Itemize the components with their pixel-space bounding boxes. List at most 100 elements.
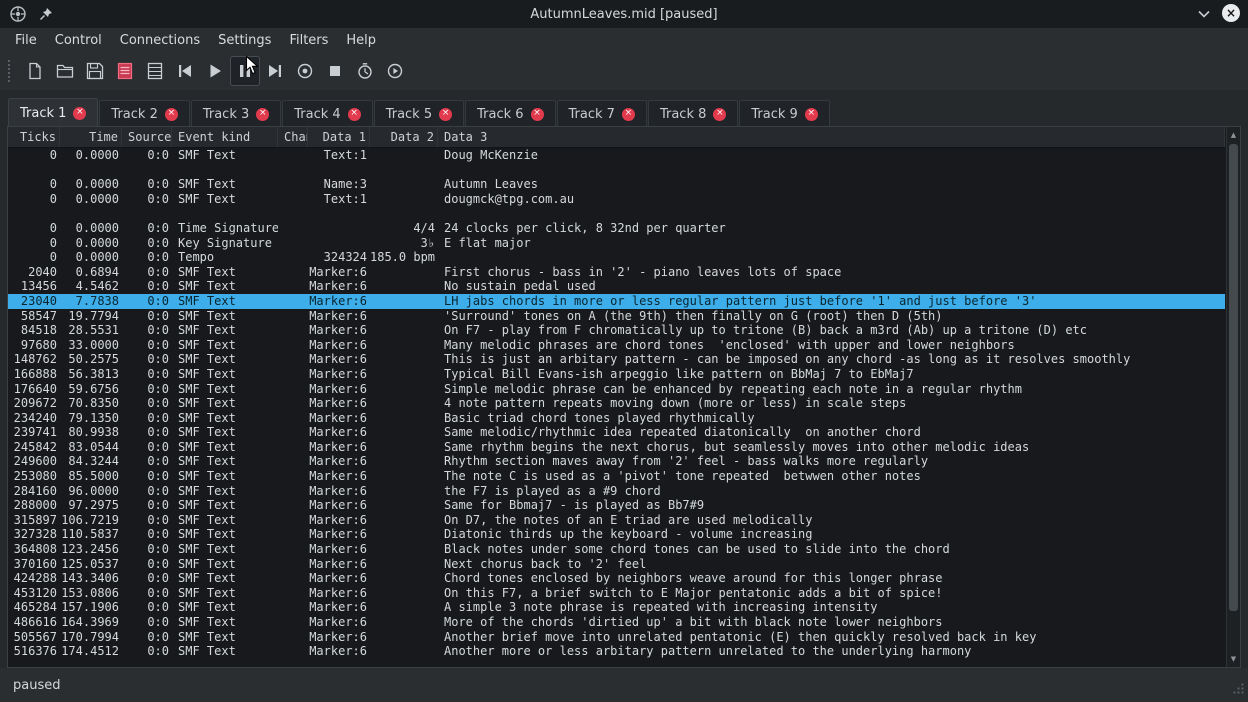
table-row[interactable]: 00.00000:0SMF TextText:1Doug McKenzie <box>8 148 1225 163</box>
track-view-button[interactable] <box>140 56 170 86</box>
table-row[interactable]: 370160125.05370:0SMF TextMarker:6Next ch… <box>8 557 1225 572</box>
play-button[interactable] <box>200 56 230 86</box>
table-row[interactable] <box>8 163 1225 178</box>
column-header-data-3[interactable]: Data 3 <box>438 127 1225 147</box>
tab-close-icon[interactable]: × <box>348 108 361 121</box>
cell: 4.5462 <box>60 279 122 294</box>
pause-button[interactable] <box>230 56 260 86</box>
new-file-button[interactable] <box>20 56 50 86</box>
table-row[interactable]: 23974180.99380:0SMF TextMarker:6Same mel… <box>8 425 1225 440</box>
cell: SMF Text <box>172 265 278 280</box>
table-row[interactable]: 00.00000:0SMF TextName:3Autumn Leaves <box>8 177 1225 192</box>
tab-track-5[interactable]: Track 5× <box>374 100 464 127</box>
tab-close-icon[interactable]: × <box>73 107 86 120</box>
shade-chevron-icon[interactable] <box>1194 4 1214 24</box>
resize-grip[interactable] <box>1232 682 1245 699</box>
scroll-up-icon[interactable]: ▲ <box>1227 128 1240 142</box>
tab-close-icon[interactable]: × <box>622 108 635 121</box>
table-row[interactable]: 28800097.29750:0SMF TextMarker:6Same for… <box>8 498 1225 513</box>
loop-play-button[interactable] <box>380 56 410 86</box>
tab-close-icon[interactable]: × <box>713 108 726 121</box>
table-row[interactable]: 315897106.72190:0SMF TextMarker:6On D7, … <box>8 513 1225 528</box>
table-row[interactable]: 134564.54620:0SMF TextMarker:6No sustain… <box>8 279 1225 294</box>
table-row[interactable]: 364808123.24560:0SMF TextMarker:6Black n… <box>8 542 1225 557</box>
cell: 0 <box>8 177 60 192</box>
app-icon[interactable] <box>8 4 28 24</box>
save-button[interactable] <box>80 56 110 86</box>
column-header-time[interactable]: Time <box>60 127 122 147</box>
table-row[interactable]: 424288143.34060:0SMF TextMarker:6Chord t… <box>8 571 1225 586</box>
table-row[interactable]: 17664059.67560:0SMF TextMarker:6Simple m… <box>8 382 1225 397</box>
table-row[interactable]: 24960084.32440:0SMF TextMarker:6Rhythm s… <box>8 454 1225 469</box>
timer-button[interactable] <box>350 56 380 86</box>
menu-help[interactable]: Help <box>337 30 385 51</box>
table-row[interactable]: 453120153.08060:0SMF TextMarker:6On this… <box>8 586 1225 601</box>
table-row[interactable]: 00.00000:0SMF TextText:1dougmck@tpg.com.… <box>8 192 1225 207</box>
table-row[interactable]: 8451828.55310:0SMF TextMarker:6On F7 - p… <box>8 323 1225 338</box>
scrollbar-thumb[interactable] <box>1229 144 1238 611</box>
column-header-chan[interactable]: Chan <box>278 127 308 147</box>
table-row[interactable]: 465284157.19060:0SMF TextMarker:6A simpl… <box>8 600 1225 615</box>
skip-start-button[interactable] <box>170 56 200 86</box>
table-row[interactable]: 5854719.77940:0SMF TextMarker:6'Surround… <box>8 309 1225 324</box>
tab-close-icon[interactable]: × <box>439 108 452 121</box>
table-row[interactable]: 16688856.38130:0SMF TextMarker:6Typical … <box>8 367 1225 382</box>
table-row[interactable]: 516376174.45120:0SMF TextMarker:6Another… <box>8 644 1225 659</box>
tab-track-8[interactable]: Track 8× <box>648 100 738 127</box>
menu-file[interactable]: File <box>6 30 46 51</box>
column-header-data-2[interactable]: Data 2 <box>370 127 438 147</box>
table-row[interactable]: 23424079.13500:0SMF TextMarker:6Basic tr… <box>8 411 1225 426</box>
tab-close-icon[interactable]: × <box>805 108 818 121</box>
scroll-down-icon[interactable]: ▼ <box>1227 652 1240 666</box>
menu-control[interactable]: Control <box>46 30 111 51</box>
event-window-button[interactable] <box>110 56 140 86</box>
toolbar-handle[interactable] <box>8 60 14 82</box>
tab-track-7[interactable]: Track 7× <box>557 100 647 127</box>
open-file-button[interactable] <box>50 56 80 86</box>
pin-icon[interactable] <box>36 4 56 24</box>
tab-track-9[interactable]: Track 9× <box>739 100 829 127</box>
table-row[interactable]: 24584283.05440:0SMF TextMarker:6Same rhy… <box>8 440 1225 455</box>
skip-end-button[interactable] <box>260 56 290 86</box>
tab-close-icon[interactable]: × <box>256 108 269 121</box>
cell: Marker:6 <box>308 600 370 615</box>
cell: Another brief move into unrelated pentat… <box>438 630 1225 645</box>
track-list-icon <box>145 61 165 81</box>
tab-track-4[interactable]: Track 4× <box>282 100 372 127</box>
table-row[interactable]: 00.00000:0Tempo324324185.0 bpm <box>8 250 1225 265</box>
tab-track-1[interactable]: Track 1× <box>8 98 98 127</box>
table-row[interactable]: 28416096.00000:0SMF TextMarker:6the F7 i… <box>8 484 1225 499</box>
cell <box>370 265 438 280</box>
table-row[interactable]: 00.00000:0Key Signature3♭E flat major <box>8 236 1225 251</box>
cell: SMF Text <box>172 586 278 601</box>
table-row[interactable]: 20967270.83500:0SMF TextMarker:64 note p… <box>8 396 1225 411</box>
column-header-ticks[interactable]: Ticks <box>8 127 60 147</box>
table-row[interactable]: 14876250.25750:0SMF TextMarker:6This is … <box>8 352 1225 367</box>
table-row[interactable]: 9768033.00000:0SMF TextMarker:6Many melo… <box>8 338 1225 353</box>
record-button[interactable] <box>290 56 320 86</box>
table-row[interactable]: 327328110.58370:0SMF TextMarker:6Diatoni… <box>8 527 1225 542</box>
table-row[interactable]: 230407.78380:0SMF TextMarker:6LH jabs ch… <box>8 294 1225 309</box>
column-header-source[interactable]: Source <box>122 127 172 147</box>
tab-track-6[interactable]: Track 6× <box>465 100 555 127</box>
table-row[interactable]: 505567170.79940:0SMF TextMarker:6Another… <box>8 630 1225 645</box>
cell: 0:0 <box>122 148 172 163</box>
column-header-event-kind[interactable]: Event kind <box>172 127 278 147</box>
vertical-scrollbar[interactable]: ▲ ▼ <box>1226 127 1240 667</box>
column-header-data-1[interactable]: Data 1 <box>308 127 370 147</box>
table-row[interactable] <box>8 206 1225 221</box>
table-row[interactable]: 25308085.50000:0SMF TextMarker:6The note… <box>8 469 1225 484</box>
tab-track-2[interactable]: Track 2× <box>99 100 189 127</box>
menu-filters[interactable]: Filters <box>280 30 337 51</box>
table-row[interactable]: 00.00000:0Time Signature4/424 clocks per… <box>8 221 1225 236</box>
close-icon[interactable]: × <box>1222 4 1240 22</box>
table-row[interactable]: 20400.68940:0SMF TextMarker:6First choru… <box>8 265 1225 280</box>
tab-close-icon[interactable]: × <box>531 108 544 121</box>
tab-close-icon[interactable]: × <box>165 108 178 121</box>
stop-button[interactable] <box>320 56 350 86</box>
menu-settings[interactable]: Settings <box>209 30 280 51</box>
menu-connections[interactable]: Connections <box>111 30 209 51</box>
table-row[interactable]: 486616164.39690:0SMF TextMarker:6More of… <box>8 615 1225 630</box>
title-bar[interactable]: AutumnLeaves.mid [paused] × <box>0 0 1248 28</box>
tab-track-3[interactable]: Track 3× <box>191 100 281 127</box>
